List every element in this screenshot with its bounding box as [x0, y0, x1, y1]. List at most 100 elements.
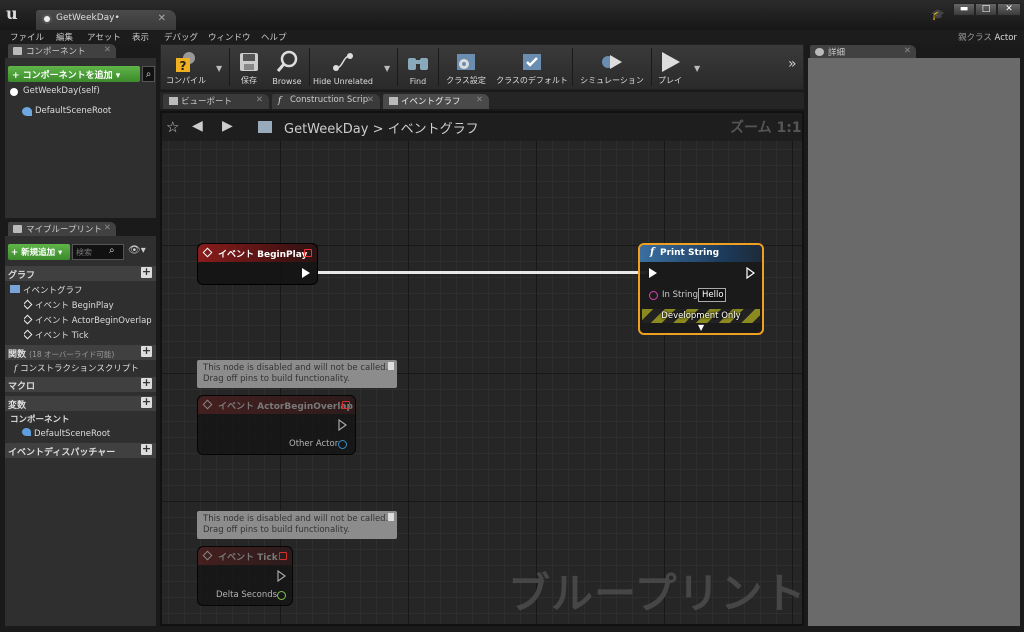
details-tab[interactable]: 詳細 ✕ [810, 45, 916, 59]
tab-event-graph[interactable]: イベントグラフ ✕ [383, 94, 489, 109]
menu-file[interactable]: ファイル [10, 31, 44, 43]
minimize-button[interactable]: ▬ [953, 3, 975, 16]
tree-begin-play[interactable]: イベント BeginPlay [24, 299, 154, 311]
menu-asset[interactable]: アセット [87, 31, 121, 43]
class-settings-button[interactable]: クラス設定 [442, 48, 490, 88]
pin-icon[interactable] [388, 513, 394, 521]
components-tab-label: コンポーネント [26, 47, 86, 57]
delta-seconds-pin[interactable] [277, 591, 286, 600]
expand-chevron-down-icon[interactable]: ▼ [698, 323, 704, 332]
simulation-button[interactable]: シミュレーション [577, 48, 647, 88]
section-macros[interactable]: マクロ + [5, 377, 156, 392]
graduation-cap-icon[interactable]: 🎓 [931, 8, 945, 21]
menu-help[interactable]: ヘルプ [261, 31, 287, 43]
breadcrumb-root[interactable]: GetWeekDay [284, 122, 368, 137]
close-window-button[interactable]: ✕ [997, 3, 1021, 16]
node-title: イベント Tick [218, 553, 278, 563]
forward-arrow-icon[interactable]: ▶ [222, 118, 233, 134]
node-header: f Print String [640, 245, 762, 262]
parent-class: 親クラス Actor [958, 31, 1017, 43]
my-blueprint-tab[interactable]: マイブループリント ✕ [8, 222, 116, 236]
close-icon[interactable]: ✕ [904, 46, 911, 56]
exec-out-pin[interactable] [302, 268, 310, 278]
components-tab[interactable]: コンポーネント ✕ [8, 44, 116, 58]
toolbar-overflow-icon[interactable]: » [788, 56, 797, 72]
menu-edit[interactable]: 編集 [56, 31, 73, 43]
save-button[interactable]: 保存 [234, 48, 264, 88]
exec-in-pin[interactable] [649, 268, 657, 278]
delegate-pin-icon[interactable] [342, 401, 350, 409]
class-defaults-button[interactable]: クラスのデフォルト [496, 48, 568, 88]
add-graph-button[interactable]: + [141, 266, 152, 278]
menu-debug[interactable]: デバッグ [164, 31, 198, 43]
add-function-button[interactable]: + [141, 345, 152, 357]
other-actor-pin[interactable] [338, 440, 347, 449]
add-component-button[interactable]: + コンポーネントを追加 ▾ [8, 66, 140, 82]
compile-button[interactable]: ? コンパイル [163, 48, 209, 88]
section-graph[interactable]: グラフ + [5, 266, 156, 281]
section-dispatchers[interactable]: イベントディスパッチャー + [5, 443, 156, 458]
exec-wire[interactable] [318, 271, 647, 274]
delegate-pin-icon[interactable] [279, 552, 287, 560]
section-functions[interactable]: 関数 (18 オーバーライド可能) + [5, 345, 156, 360]
delegate-pin-icon[interactable] [304, 249, 312, 257]
back-arrow-icon[interactable]: ◀ [192, 118, 203, 134]
tree-event-graph[interactable]: イベントグラフ [10, 284, 83, 296]
eye-icon[interactable]: 👁▾ [128, 245, 146, 256]
component-self-item[interactable]: GetWeekDay(self) [10, 86, 150, 98]
close-icon[interactable]: ✕ [476, 95, 483, 105]
tab-viewport[interactable]: ビューポート ✕ [163, 94, 269, 109]
node-print-string[interactable]: f Print String In String Hello Developme… [638, 243, 764, 335]
add-dispatcher-button[interactable]: + [141, 443, 152, 455]
in-string-input[interactable]: Hello [698, 288, 726, 302]
add-macro-button[interactable]: + [141, 377, 152, 389]
star-icon[interactable]: ☆ [166, 118, 179, 136]
toolbar-divider [651, 48, 652, 86]
functions-override-count: (18 オーバーライド可能) [29, 350, 115, 359]
compile-options-chevron-icon[interactable]: ▼ [216, 64, 222, 73]
exec-out-pin[interactable] [277, 570, 287, 582]
close-icon[interactable]: ✕ [367, 95, 374, 105]
close-icon[interactable]: ✕ [158, 13, 166, 24]
search-icon[interactable]: ⌕ [142, 66, 155, 82]
unreal-logo-icon[interactable]: u [6, 5, 24, 23]
close-icon[interactable]: ✕ [104, 223, 111, 233]
tree-construction-script[interactable]: f コンストラクションスクリプト [14, 362, 154, 374]
play-options-chevron-icon[interactable]: ▼ [694, 64, 700, 73]
parent-class-link[interactable]: Actor [995, 33, 1017, 43]
blueprint-search-input[interactable]: 検索 [72, 244, 124, 260]
play-button[interactable]: プレイ [655, 48, 685, 88]
search-icon[interactable]: ⌕ [109, 245, 115, 256]
hide-unrelated-chevron-icon[interactable]: ▼ [384, 64, 390, 73]
exec-out-pin[interactable] [338, 419, 348, 431]
node-begin-play[interactable]: イベント BeginPlay [197, 243, 318, 285]
component-root-item[interactable]: DefaultSceneRoot [22, 106, 152, 118]
browse-button[interactable]: Browse [268, 48, 306, 88]
node-actor-begin-overlap[interactable]: イベント ActorBeginOverlap Other Actor [197, 395, 356, 455]
add-variable-button[interactable]: + [141, 396, 152, 408]
toolbar-divider [229, 48, 230, 86]
menu-view[interactable]: 表示 [132, 31, 149, 43]
section-variables[interactable]: 変数 + [5, 396, 156, 411]
tab-construction-script[interactable]: f Construction Scrip ✕ [272, 94, 380, 109]
tree-tick[interactable]: イベント Tick [24, 329, 154, 341]
maximize-button[interactable]: □ [975, 3, 997, 16]
exec-out-pin[interactable] [746, 267, 756, 279]
play-icon [662, 52, 680, 72]
menu-window[interactable]: ウィンドウ [208, 31, 251, 43]
new-add-button[interactable]: + 新規追加 ▾ [8, 244, 70, 260]
pin-icon[interactable] [388, 362, 394, 370]
tree-components-heading[interactable]: コンポーネント [10, 413, 70, 425]
tree-tick-label: イベント Tick [35, 331, 89, 341]
node-title: イベント BeginPlay [218, 250, 308, 260]
tree-begin-overlap[interactable]: イベント ActorBeginOverlap [24, 314, 152, 326]
tree-default-scene-root[interactable]: DefaultSceneRoot [22, 428, 152, 439]
close-icon[interactable]: ✕ [256, 95, 263, 105]
in-string-pin[interactable] [649, 291, 658, 300]
document-tab[interactable]: GetWeekDay• ✕ [36, 10, 176, 30]
close-icon[interactable]: ✕ [104, 45, 111, 55]
node-tick[interactable]: イベント Tick Delta Seconds [197, 546, 293, 606]
find-button[interactable]: Find [402, 48, 434, 88]
comment-line: Drag off pins to build functionality. [203, 374, 350, 384]
hide-unrelated-button[interactable]: Hide Unrelated [312, 48, 374, 88]
